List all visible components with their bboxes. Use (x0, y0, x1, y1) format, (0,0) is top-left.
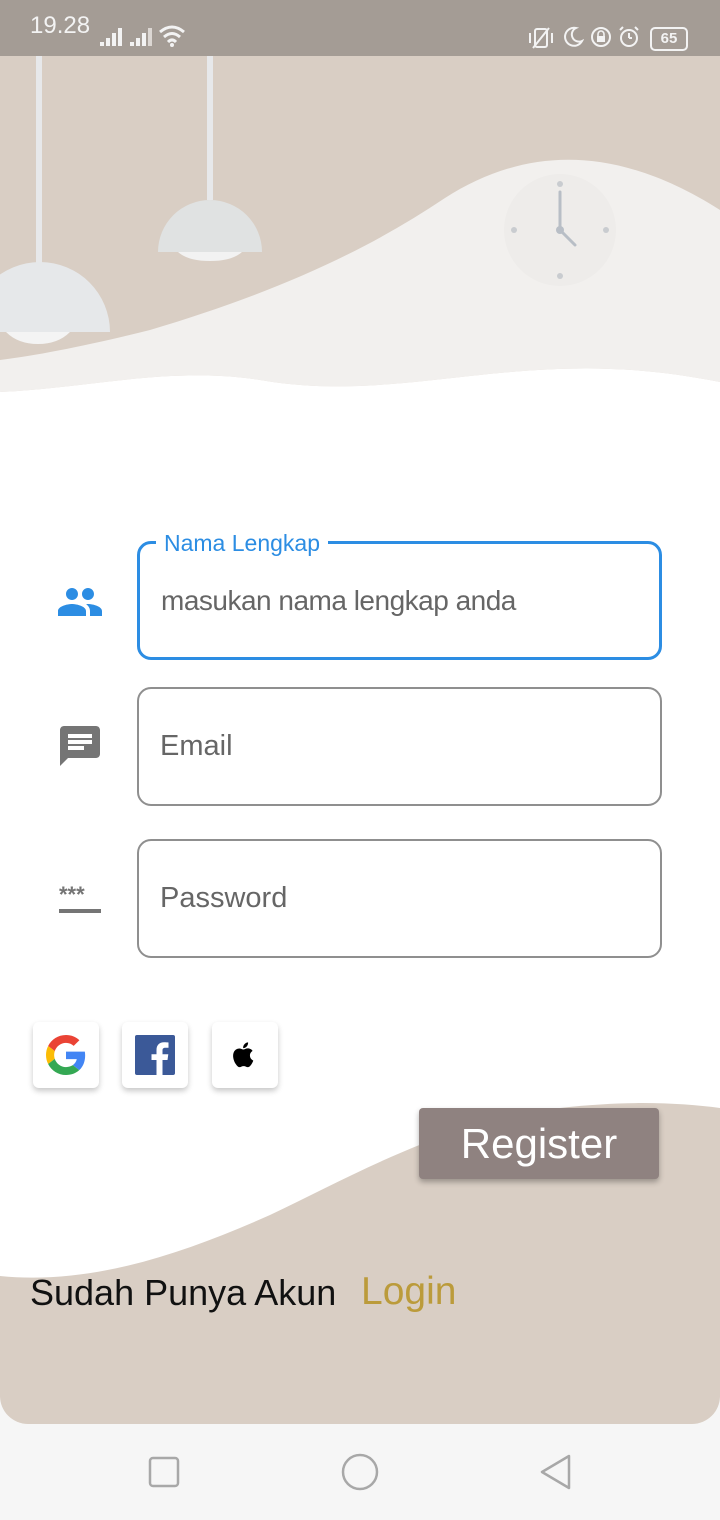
facebook-login-button[interactable] (122, 1022, 188, 1088)
phone-screen: 19.28 65 Nama Lengkap masukan nama lengk… (0, 0, 720, 1520)
people-icon (58, 588, 102, 616)
google-login-button[interactable] (33, 1022, 99, 1088)
signal-icon (100, 28, 122, 46)
status-bar: 19.28 65 (0, 0, 720, 56)
name-input[interactable] (161, 544, 639, 657)
signal-icon-2 (130, 28, 152, 46)
message-icon (60, 726, 100, 766)
register-button[interactable]: Register (419, 1108, 659, 1179)
password-input[interactable] (160, 841, 640, 956)
vibrate-mute-icon (529, 27, 553, 49)
name-field[interactable]: Nama Lengkap (137, 529, 662, 660)
google-icon (46, 1035, 86, 1075)
home-icon[interactable] (340, 1452, 380, 1492)
facebook-icon (135, 1035, 175, 1075)
register-page: 19.28 65 Nama Lengkap masukan nama lengk… (0, 0, 720, 1424)
moon-icon (564, 26, 584, 47)
wifi-icon (159, 25, 185, 47)
password-field[interactable] (137, 839, 662, 958)
rotation-lock-icon (591, 27, 611, 47)
navigation-bar (0, 1424, 720, 1520)
svg-text:***: *** (59, 882, 85, 907)
email-field[interactable] (137, 687, 662, 806)
apple-login-button[interactable] (212, 1022, 278, 1088)
battery-level: 65 (650, 27, 688, 51)
back-icon[interactable] (536, 1452, 576, 1492)
alarm-icon (619, 26, 639, 47)
status-time: 19.28 (30, 12, 91, 39)
login-link[interactable]: Login (361, 1270, 456, 1314)
already-have-account-text: Sudah Punya Akun (30, 1272, 337, 1313)
apple-icon (233, 1042, 254, 1068)
password-icon: *** (59, 882, 101, 913)
email-input[interactable] (160, 689, 640, 804)
recents-icon[interactable] (144, 1452, 184, 1492)
